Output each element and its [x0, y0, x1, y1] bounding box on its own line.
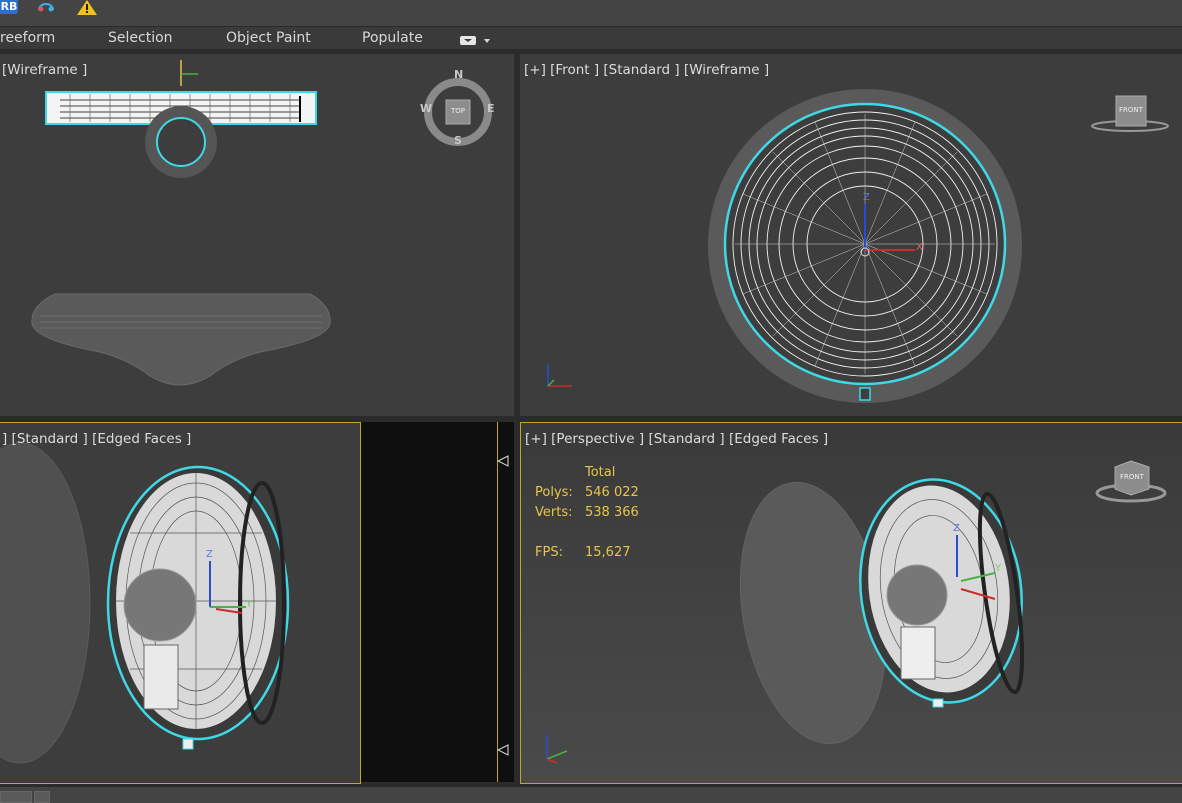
ribbon-tab-bar: reeform Selection Object Paint Populate — [0, 26, 1182, 50]
collapse-arrow-bottom-icon[interactable] — [496, 741, 509, 756]
main-toolbar: RB — [0, 0, 1182, 24]
left-gizmo-z-label: Z — [206, 549, 213, 560]
stats-polys-label: Polys: — [535, 485, 573, 500]
compass-n-label: N — [454, 68, 464, 81]
scene-stats-overlay: Total Polys: 546 022 Verts: 538 366 FPS: 15… — [535, 463, 639, 563]
viewport-perspective-label[interactable]: [+] [Perspective ] [Standard ] [Edged Fa… — [525, 431, 828, 447]
panel-divider-line — [497, 422, 498, 782]
viewport-top-label[interactable]: [Wireframe ] — [2, 62, 87, 78]
viewport-perspective[interactable]: [+] [Perspective ] [Standard ] [Edged Fa… — [520, 422, 1182, 784]
tab-populate[interactable]: Populate — [362, 30, 423, 46]
stats-verts-label: Verts: — [535, 505, 573, 520]
left-gizmo-y-label: Y — [246, 599, 253, 610]
compass-s-label: S — [454, 134, 462, 147]
tab-selection[interactable]: Selection — [108, 30, 173, 46]
link-tool-icon[interactable] — [36, 0, 56, 16]
viewport-left[interactable]: ] [Standard ] [Edged Faces ] Z Y — [0, 422, 361, 784]
side-panel[interactable] — [361, 422, 514, 782]
time-slider-button[interactable] — [0, 791, 32, 803]
viewport-area: [Wireframe ] N S E W TOP [+] [Front] [S… — [0, 50, 1182, 786]
stats-fps-label: FPS: — [535, 545, 563, 560]
compass-e-label: E — [487, 102, 495, 115]
persp-gizmo-y-label: Y — [995, 563, 1002, 574]
stats-verts-value: 538 366 — [585, 505, 639, 520]
viewcube-perspective-face[interactable]: FRONT — [1117, 473, 1147, 481]
viewcube-top-face[interactable]: TOP — [446, 107, 470, 115]
ribbon-options-dropdown[interactable] — [460, 32, 492, 45]
stats-fps-value: 15,627 — [585, 545, 631, 560]
tab-object-paint[interactable]: Object Paint — [226, 30, 311, 46]
time-slider-thumb[interactable] — [34, 791, 50, 803]
tab-freeform[interactable]: reeform — [0, 30, 55, 46]
viewcube-front-face[interactable]: FRONT — [1116, 106, 1146, 114]
viewport-left-label[interactable]: ] [Standard ] [Edged Faces ] — [2, 431, 191, 447]
left-view-canvas — [0, 442, 290, 764]
compass-w-label: W — [420, 102, 433, 115]
stats-total-header: Total — [585, 465, 616, 480]
viewport-front-label[interactable]: [+] [Front ] [Standard ] [Wireframe ] — [524, 62, 769, 78]
bottom-status-bar — [0, 786, 1182, 803]
viewport-top[interactable]: [Wireframe ] N S E W TOP — [0, 54, 514, 416]
gizmo-z-label: Z — [863, 192, 870, 203]
gizmo-x-label: X — [916, 242, 923, 253]
stats-polys-value: 546 022 — [585, 485, 639, 500]
warning-icon[interactable] — [76, 0, 98, 16]
front-view-canvas — [547, 89, 1169, 403]
collapse-arrow-top-icon[interactable] — [496, 452, 509, 467]
viewport-front[interactable]: [+] [Front ] [Standard ] [Wireframe ] Z … — [520, 54, 1182, 416]
top-view-canvas — [31, 60, 492, 386]
persp-gizmo-z-label: Z — [953, 523, 960, 534]
rb-badge-button[interactable]: RB — [0, 0, 18, 14]
